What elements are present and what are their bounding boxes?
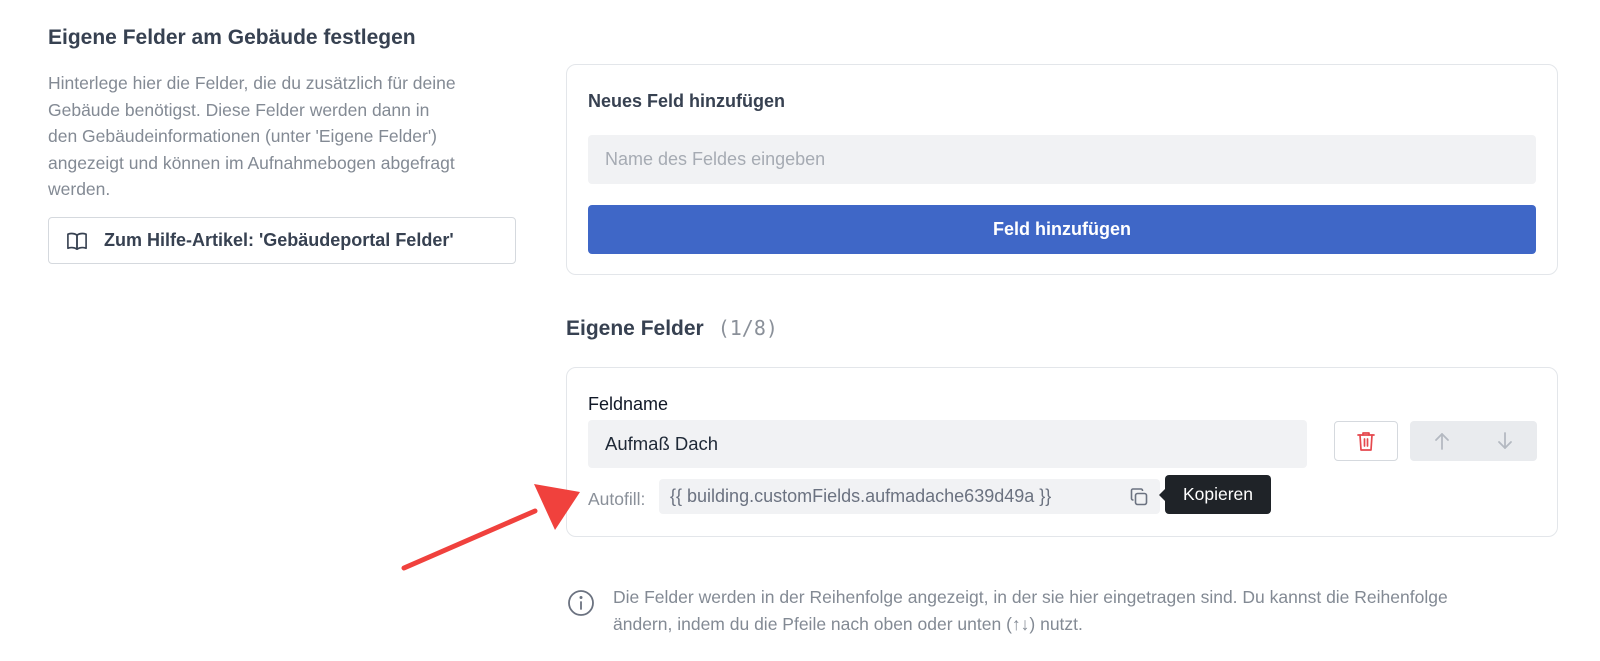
delete-field-button[interactable] [1334, 421, 1398, 461]
copy-tooltip: Kopieren [1159, 475, 1271, 514]
info-note: Die Felder werden in der Reihenfolge ang… [566, 585, 1558, 637]
trash-icon [1357, 432, 1375, 451]
book-open-icon [66, 230, 88, 252]
add-field-title: Neues Feld hinzufügen [588, 91, 786, 111]
info-text: Die Felder werden in der Reihenfolge ang… [613, 587, 1448, 634]
custom-fields-settings-page: Eigene Felder am Gebäude festlegen Hinte… [0, 0, 1600, 661]
field-name-label: Feldname [588, 394, 669, 414]
arrow-down-icon [1498, 432, 1513, 449]
autofill-label: Autofill: [588, 489, 646, 509]
move-buttons [1410, 421, 1537, 461]
add-field-button[interactable]: Feld hinzufügen [588, 205, 1536, 254]
custom-fields-count: (1/8) [717, 316, 778, 340]
add-field-card: Neues Feld hinzufügen Feld hinzufügen [566, 64, 1558, 275]
help-article-button[interactable]: Zum Hilfe-Artikel: 'Gebäudeportal Felder… [48, 217, 516, 264]
move-up-button[interactable] [1410, 421, 1474, 461]
info-icon [568, 590, 594, 616]
page-title: Eigene Felder am Gebäude festlegen [48, 26, 416, 49]
field-name-input[interactable] [588, 135, 1536, 184]
custom-fields-header: Eigene Felder (1/8) [566, 316, 778, 341]
field-name-value-input[interactable] [588, 420, 1307, 468]
arrow-up-icon [1434, 433, 1449, 450]
autofill-code: {{ building.customFields.aufmadache639d4… [670, 486, 1052, 506]
page-description: Hinterlege hier die Felder, die du zusät… [48, 73, 456, 199]
autofill-chip: {{ building.customFields.aufmadache639d4… [659, 479, 1160, 514]
move-down-button[interactable] [1474, 421, 1538, 461]
copy-icon[interactable] [1129, 487, 1149, 507]
custom-fields-title: Eigene Felder [566, 317, 704, 340]
help-article-label: Zum Hilfe-Artikel: 'Gebäudeportal Felder… [104, 230, 454, 250]
custom-field-card: Feldname Aufmaß Dach Autofill: {{buildi… [566, 367, 1558, 537]
